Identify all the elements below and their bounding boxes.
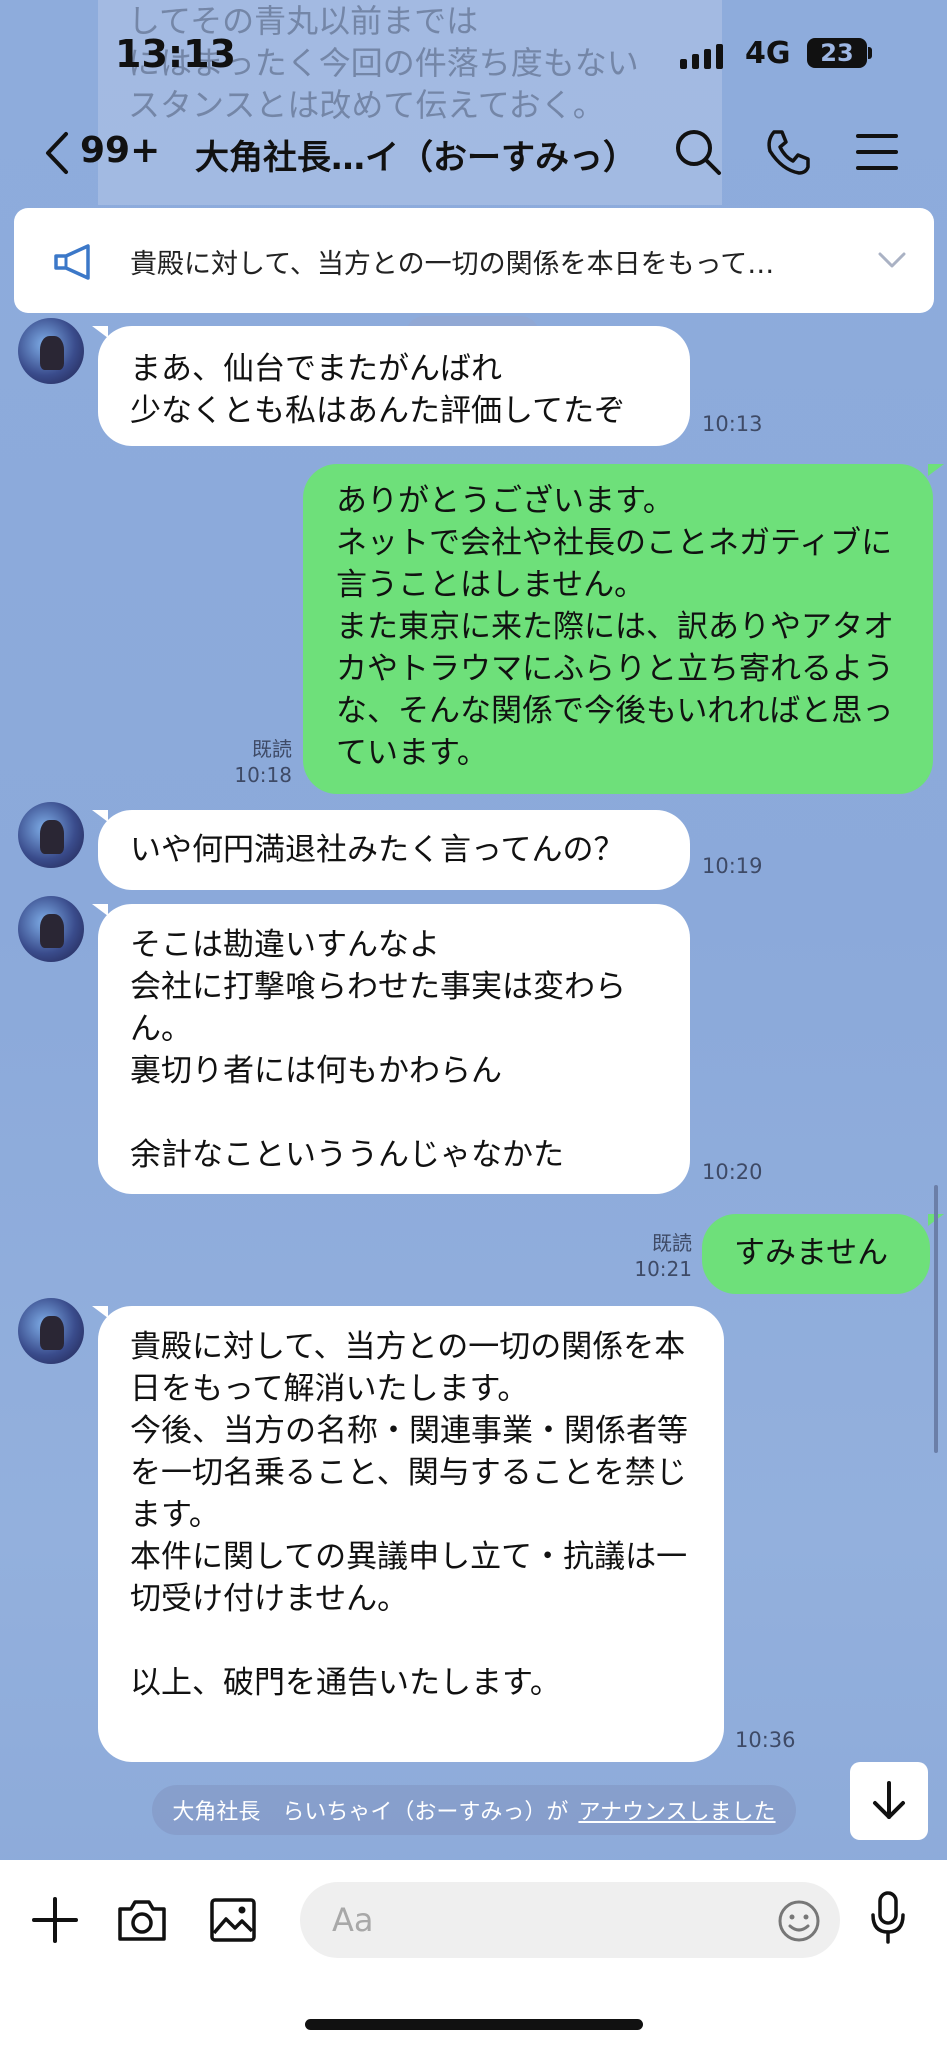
message-bubble[interactable]: まあ、仙台でまたがんばれ 少なくとも私はあんた評価してたぞ <box>98 326 690 446</box>
announcement-system-note: 大角社長 らいちゃイ（おーすみっ）が アナウンスしました <box>152 1785 796 1835</box>
message-time: 10:13 <box>702 412 763 436</box>
avatar[interactable] <box>18 896 84 962</box>
emoji-icon[interactable] <box>776 1898 822 1944</box>
battery-tip <box>868 47 872 59</box>
message-bubble[interactable]: すみません <box>702 1214 930 1294</box>
signal-icon <box>680 44 723 69</box>
message-time: 10:18 <box>234 763 292 787</box>
menu-icon[interactable] <box>852 126 904 178</box>
mic-icon[interactable] <box>868 1890 908 1946</box>
announcement-banner[interactable]: 貴殿に対して、当方との一切の関係を本日をもって… <box>14 208 934 313</box>
megaphone-icon <box>54 244 90 280</box>
status-time: 13:13 <box>115 32 236 76</box>
read-receipt: 既読 10:18 <box>220 736 292 788</box>
avatar[interactable] <box>18 318 84 384</box>
arrow-down-icon <box>873 1781 905 1819</box>
announcement-text: 貴殿に対して、当方との一切の関係を本日をもって… <box>130 249 775 280</box>
message-time: 10:21 <box>634 1257 692 1281</box>
plus-icon[interactable] <box>30 1895 80 1945</box>
read-label: 既読 <box>652 1231 692 1255</box>
message-time: 10:20 <box>702 1160 763 1184</box>
network-label: 4G <box>745 36 791 71</box>
battery-icon: 23 <box>807 38 867 68</box>
chevron-down-icon[interactable] <box>876 248 908 272</box>
unread-count[interactable]: 99+ <box>80 130 160 171</box>
message-input-placeholder: Aa <box>332 1901 374 1939</box>
message-bubble[interactable]: いや何円満退社みたく言ってんの？ <box>98 810 690 890</box>
image-icon[interactable] <box>208 1895 258 1945</box>
message-time: 10:19 <box>702 854 763 878</box>
avatar[interactable] <box>18 1298 84 1364</box>
background-note-line: スタンスとは改めて伝えておく。 <box>128 86 605 124</box>
message-time: 10:36 <box>735 1728 796 1752</box>
message-bubble[interactable]: ありがとうございます。 ネットで会社や社長のことネガティブに言うことはしません。… <box>303 464 933 794</box>
message-bubble[interactable]: 貴殿に対して、当方との一切の関係を本日をもって解消いたします。 今後、当方の名称… <box>98 1306 724 1762</box>
read-label: 既読 <box>252 737 292 761</box>
phone-icon[interactable] <box>762 126 814 178</box>
system-note-link[interactable]: アナウンスしました <box>578 1794 775 1826</box>
message-bubble[interactable]: そこは勘違いすんなよ 会社に打撃喰らわせた事実は変わらん。 裏切り者には何もかわ… <box>98 904 690 1194</box>
home-indicator <box>305 2019 643 2030</box>
scrollbar[interactable] <box>934 1185 938 1453</box>
scroll-to-bottom-button[interactable] <box>850 1762 928 1840</box>
camera-icon[interactable] <box>116 1895 168 1945</box>
chat-title: 大角社長…イ（おーすみっ） <box>195 138 637 178</box>
read-receipt: 既読 10:21 <box>620 1230 692 1282</box>
avatar[interactable] <box>18 802 84 868</box>
system-note-text: 大角社長 らいちゃイ（おーすみっ）が <box>172 1800 569 1825</box>
back-chevron-icon[interactable] <box>38 128 78 178</box>
search-icon[interactable] <box>672 126 724 178</box>
message-input[interactable]: Aa <box>300 1882 840 1958</box>
